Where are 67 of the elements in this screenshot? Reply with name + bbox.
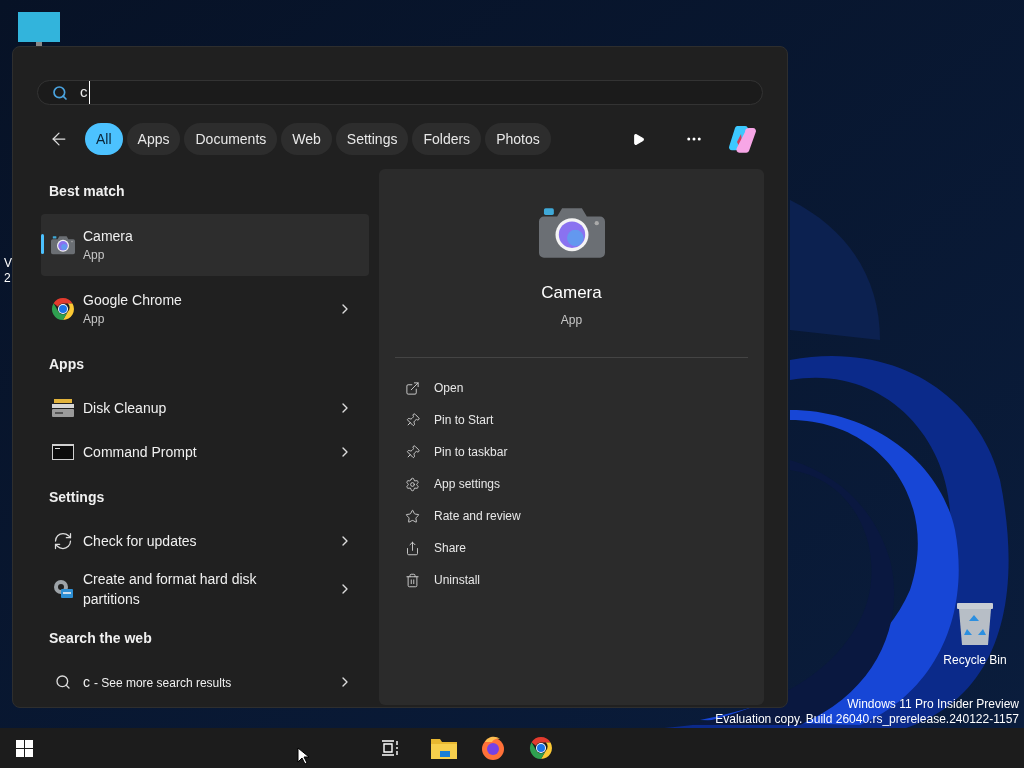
terminal-icon xyxy=(52,444,74,460)
desktop-icon-label: V xyxy=(4,256,12,271)
result-item[interactable]: Command Prompt xyxy=(41,431,369,473)
result-title: Camera xyxy=(83,227,134,246)
search-input-text: c xyxy=(80,81,90,104)
open-external-icon xyxy=(405,380,420,396)
action-link[interactable]: Open xyxy=(434,379,464,398)
desktop-icon-label: 2 xyxy=(4,271,12,286)
app-title: Camera xyxy=(541,281,602,304)
recycle-bin-icon xyxy=(957,603,993,645)
build-info-text: Windows 11 Pro Insider Preview xyxy=(847,697,1019,712)
desktop-icon-label[interactable]: Recycle Bin xyxy=(943,651,1007,669)
gear-disk-icon xyxy=(52,578,74,600)
play-icon[interactable] xyxy=(632,132,645,146)
filter-tab[interactable]: Folders xyxy=(412,123,482,155)
share-icon xyxy=(405,540,420,556)
search-icon xyxy=(52,84,68,101)
action-link[interactable]: Uninstall xyxy=(434,571,481,590)
selection-indicator xyxy=(41,234,44,254)
camera-icon xyxy=(51,235,75,255)
sync-icon xyxy=(53,531,73,551)
filter-tab[interactable]: Documents xyxy=(184,123,278,155)
monitor-icon[interactable] xyxy=(18,12,60,46)
folder-icon[interactable] xyxy=(431,737,457,759)
action-link[interactable]: Pin to taskbar xyxy=(434,443,508,462)
firefox-icon[interactable] xyxy=(481,736,505,760)
section-heading: Settings xyxy=(49,488,106,507)
result-title: Check for updates xyxy=(83,532,198,551)
app-subtitle: App xyxy=(560,312,583,330)
copilot-logo-icon[interactable] xyxy=(727,124,759,154)
result-subtitle: App xyxy=(83,247,106,264)
action-link[interactable]: App settings xyxy=(434,475,501,494)
result-item[interactable]: Disk Cleanup xyxy=(41,387,369,429)
result-item[interactable]: Create and format hard disk partitions xyxy=(41,564,369,614)
result-title: Disk Cleanup xyxy=(83,399,168,418)
result-title: Create and format hard disk partitions xyxy=(83,570,258,609)
action-link[interactable]: Share xyxy=(434,539,467,558)
filter-tab[interactable]: Web xyxy=(281,123,332,155)
mouse-cursor-icon xyxy=(297,747,309,765)
result-item[interactable]: c - See more search results xyxy=(41,661,369,703)
disk-drive-icon xyxy=(52,399,74,417)
result-title: Google Chrome xyxy=(83,291,183,310)
camera-icon xyxy=(538,205,605,258)
action-link[interactable]: Pin to Start xyxy=(434,411,494,430)
web-search-text: c - See more search results xyxy=(83,672,233,692)
filter-tab[interactable]: Apps xyxy=(126,123,181,155)
section-heading: Search the web xyxy=(49,629,153,648)
search-icon xyxy=(55,674,71,690)
result-subtitle: App xyxy=(83,311,106,328)
windows-logo-icon[interactable] xyxy=(16,739,33,757)
task-view-icon[interactable] xyxy=(381,740,399,756)
star-icon xyxy=(405,508,420,524)
filter-tab[interactable]: All xyxy=(85,123,123,155)
result-title: Command Prompt xyxy=(83,443,198,462)
section-heading: Apps xyxy=(49,355,85,374)
result-item[interactable]: Check for updates xyxy=(41,520,369,562)
search-field[interactable]: c xyxy=(37,80,763,105)
filter-tab[interactable]: Photos xyxy=(485,123,551,155)
settings-icon xyxy=(405,476,420,492)
chrome-icon xyxy=(51,297,75,321)
action-link[interactable]: Rate and review xyxy=(434,507,521,526)
result-item[interactable]: Camera App xyxy=(41,214,369,276)
chrome-icon xyxy=(529,736,553,760)
result-item[interactable]: Google Chrome App xyxy=(41,278,369,340)
trash-icon xyxy=(405,572,420,588)
section-heading: Best match xyxy=(49,182,126,201)
filter-tab[interactable]: Settings xyxy=(335,123,409,155)
